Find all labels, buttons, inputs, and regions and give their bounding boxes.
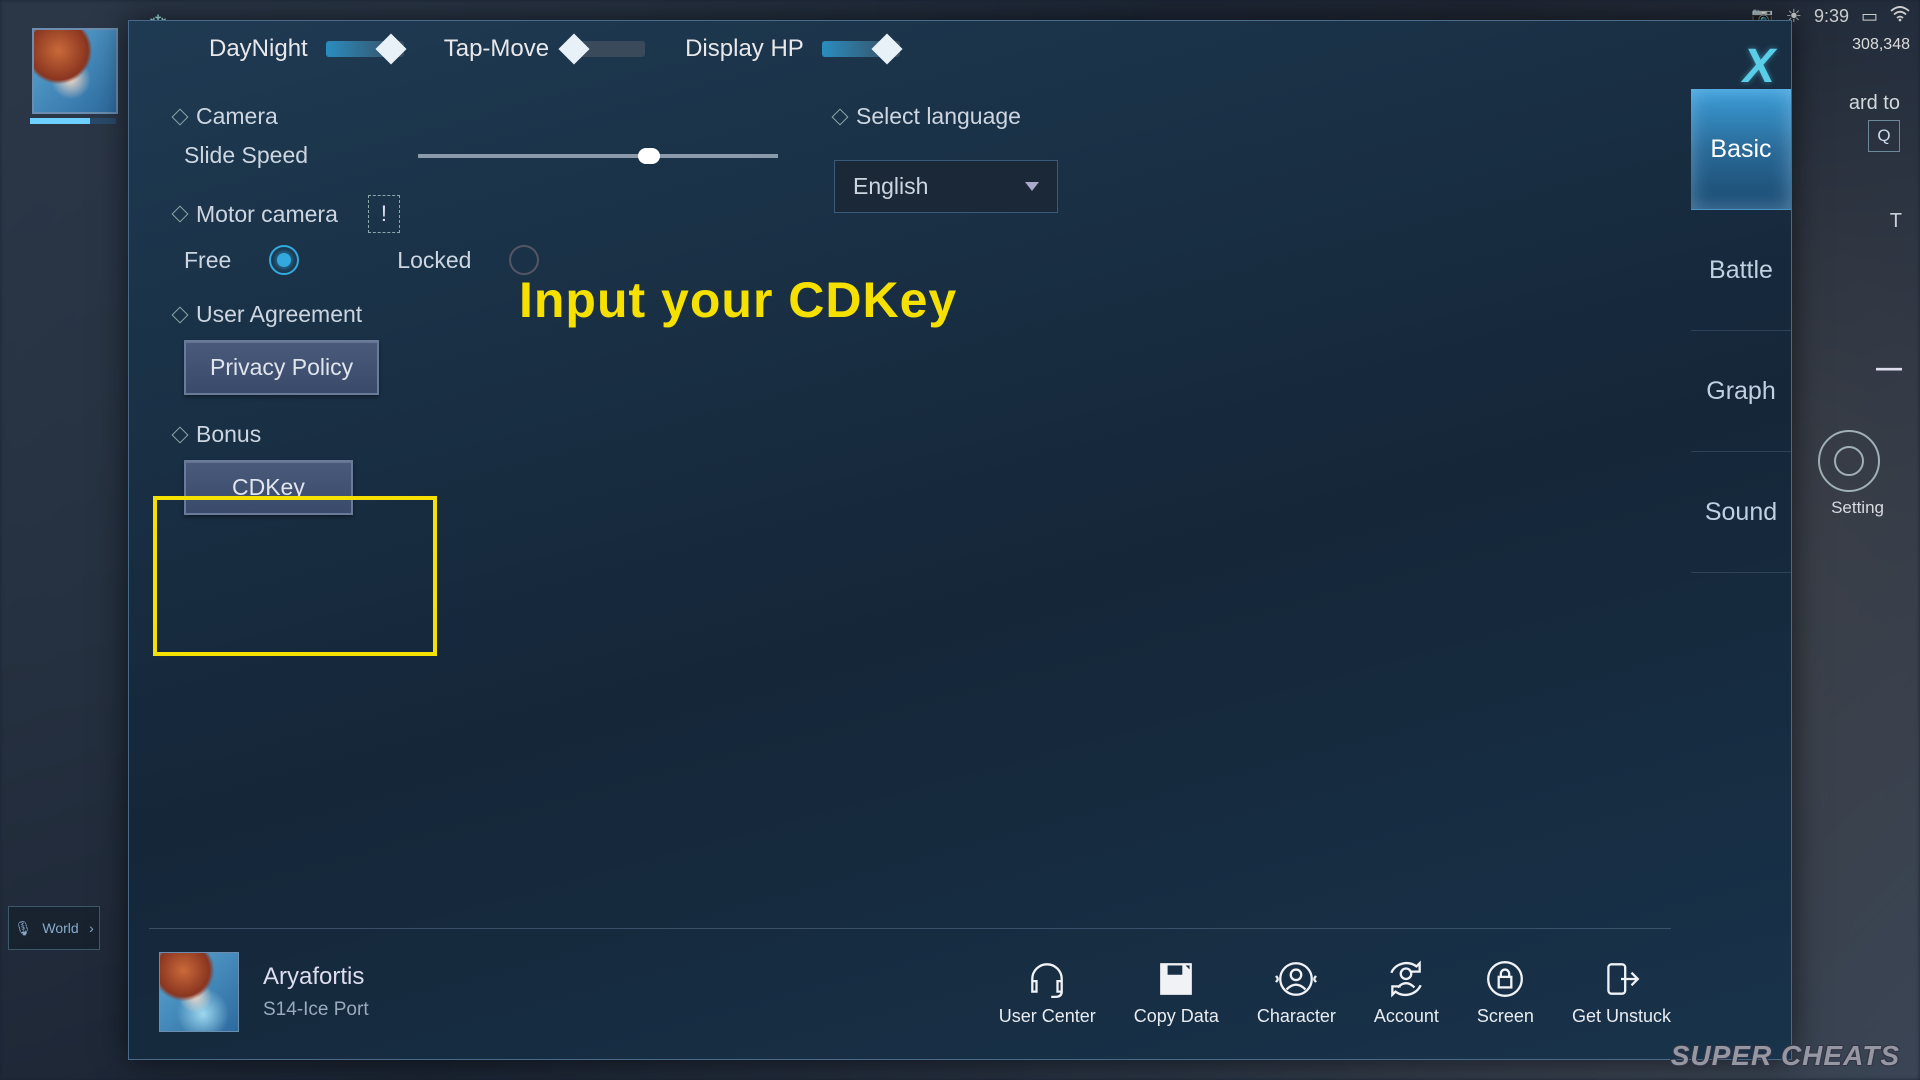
- headset-icon: [1026, 958, 1068, 1000]
- mic-icon: 🎙: [14, 920, 32, 937]
- character-icon: [1275, 958, 1317, 1000]
- tab-battle[interactable]: Battle: [1691, 210, 1791, 331]
- save-icon: [1155, 958, 1197, 1000]
- player-hp-bar: [30, 118, 116, 124]
- wifi-icon: [1890, 6, 1910, 27]
- player-server: S14-Ice Port: [263, 999, 369, 1021]
- bg-dash: —: [1876, 352, 1902, 383]
- close-button[interactable]: X: [1743, 39, 1771, 94]
- watermark: SUPER CHEATS: [1671, 1040, 1900, 1072]
- account-button[interactable]: Account: [1374, 958, 1439, 1027]
- battery-icon: ▭: [1861, 6, 1878, 27]
- toggle-tapmove[interactable]: Tap-Move: [444, 35, 645, 63]
- bg-hint-text: ard to: [1849, 92, 1900, 115]
- tab-basic[interactable]: Basic: [1691, 89, 1791, 210]
- toggle-daynight[interactable]: DayNight: [209, 35, 404, 63]
- settings-modal: X DayNight Tap-Move Display HP Basic Bat…: [128, 20, 1792, 1060]
- player-avatar[interactable]: [159, 952, 239, 1032]
- user-center-button[interactable]: User Center: [999, 958, 1096, 1027]
- slide-speed-label: Slide Speed: [184, 142, 308, 169]
- radio-free[interactable]: [269, 245, 299, 275]
- settings-label: Setting: [1831, 498, 1884, 518]
- language-select[interactable]: English: [834, 160, 1058, 213]
- bg-t-label: T: [1890, 210, 1902, 233]
- radio-locked-label: Locked: [397, 247, 471, 274]
- get-unstuck-button[interactable]: Get Unstuck: [1572, 958, 1671, 1027]
- section-bonus: Bonus: [174, 421, 1661, 448]
- screen-button[interactable]: Screen: [1477, 958, 1534, 1027]
- cdkey-button[interactable]: CDKey: [184, 460, 353, 515]
- annotation-text: Input your CDKey: [519, 271, 957, 329]
- chevron-right-icon: ›: [89, 920, 94, 936]
- radio-free-label: Free: [184, 247, 231, 274]
- toggle-displayhp[interactable]: Display HP: [685, 35, 900, 63]
- currency-amount: 308,348: [1852, 36, 1910, 54]
- status-time: 9:39: [1814, 6, 1849, 27]
- info-icon[interactable]: !: [368, 195, 400, 233]
- bg-q-button[interactable]: Q: [1868, 120, 1900, 152]
- slide-speed-slider[interactable]: [418, 154, 778, 158]
- account-switch-icon: [1385, 958, 1427, 1000]
- privacy-policy-button[interactable]: Privacy Policy: [184, 340, 379, 395]
- player-name: Aryafortis: [263, 963, 369, 991]
- copy-data-button[interactable]: Copy Data: [1134, 958, 1219, 1027]
- gear-icon[interactable]: [1818, 430, 1880, 492]
- tab-sound[interactable]: Sound: [1691, 452, 1791, 573]
- tab-graph[interactable]: Graph: [1691, 331, 1791, 452]
- chat-world-button[interactable]: 🎙 World ›: [8, 906, 100, 950]
- section-language: Select language: [834, 103, 1058, 130]
- exit-icon: [1600, 958, 1642, 1000]
- lock-circle-icon: [1484, 958, 1526, 1000]
- chevron-down-icon: [1025, 182, 1039, 191]
- player-avatar-corner[interactable]: [32, 28, 118, 114]
- character-button[interactable]: Character: [1257, 958, 1336, 1027]
